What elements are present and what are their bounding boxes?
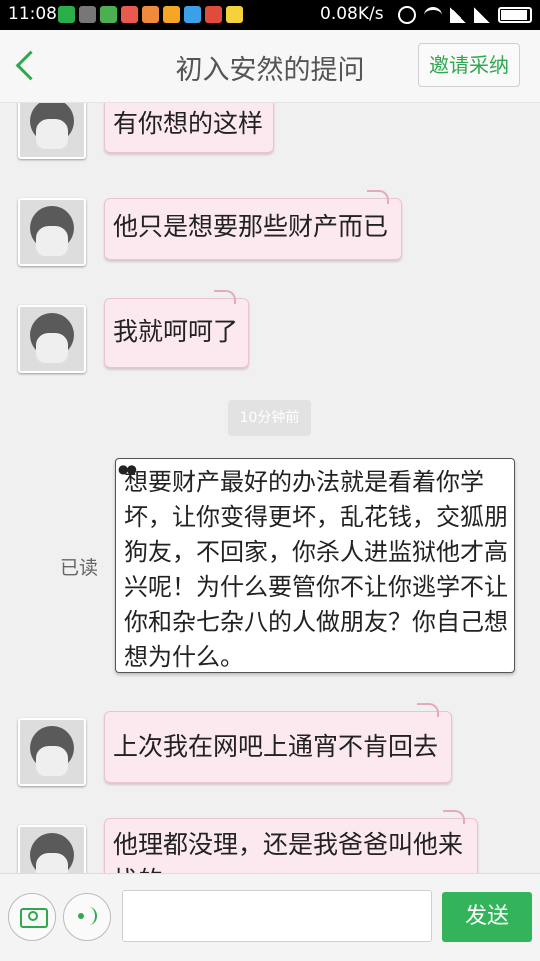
signal-icon (474, 7, 490, 23)
network-speed: 0.08K/s (320, 4, 384, 24)
message-bubble[interactable]: 我就呵呵了 (104, 290, 249, 368)
message-text: 想要财产最好的办法就是看着你学坏，让你变得更坏，乱花钱，交狐朋狗友，不回家，你杀… (124, 468, 508, 671)
app-icon (121, 6, 138, 23)
send-button[interactable]: 发送 (442, 892, 532, 942)
bubble-dots-icon: ●● (118, 462, 137, 476)
message-text: 他理都没理，还是我爸爸叫他来找的 (113, 830, 464, 873)
wechat-icon (58, 6, 75, 23)
app-icon (142, 6, 159, 23)
message-text: 他只是想要那些财产而已 (113, 212, 389, 241)
signal-icon (450, 7, 466, 23)
folder-icon (226, 6, 243, 23)
app-icon (79, 6, 96, 23)
invite-accept-button[interactable]: 邀请采纳 (418, 43, 520, 87)
message-input[interactable] (122, 890, 432, 942)
read-status: 已读 (60, 557, 99, 579)
message-bubble[interactable]: 上次我在网吧上通宵不肯回去 (104, 703, 452, 783)
wifi-icon (424, 6, 442, 24)
alarm-icon (398, 6, 416, 24)
avatar[interactable] (18, 198, 86, 266)
avatar[interactable] (18, 305, 86, 373)
notification-icons (58, 6, 243, 23)
voice-icon (78, 906, 98, 928)
header: 初入安然的提问 邀请采纳 (0, 30, 540, 103)
app-icon (184, 6, 201, 23)
avatar[interactable] (18, 718, 86, 786)
outgoing-message-bubble[interactable]: ●● 想要财产最好的办法就是看着你学坏，让你变得更坏，乱花钱，交狐朋狗友，不回家… (115, 458, 515, 673)
camera-button[interactable] (8, 893, 56, 941)
message-bubble[interactable]: 他只是想要那些财产而已 (104, 190, 402, 260)
camera-icon (20, 908, 48, 928)
avatar[interactable] (18, 103, 86, 159)
back-button[interactable] (14, 52, 36, 74)
app-icon (205, 6, 222, 23)
bubble-curl-icon (214, 290, 236, 304)
input-bar: 发送 (0, 873, 540, 961)
voice-button[interactable] (63, 893, 111, 941)
chat-area[interactable]: 有你想的这样 他只是想要那些财产而已 我就呵呵了 10分钟前 已读 ●● 想要财… (0, 103, 540, 873)
bubble-curl-icon (417, 703, 439, 717)
app-icon (163, 6, 180, 23)
message-text: 有你想的这样 (113, 109, 264, 138)
page-title: 初入安然的提问 (175, 55, 365, 86)
message-bubble[interactable]: 有你想的这样 (104, 103, 274, 153)
app-icon (100, 6, 117, 23)
battery-icon (498, 7, 532, 23)
message-bubble[interactable]: 他理都没理，还是我爸爸叫他来找的 (104, 810, 478, 873)
clock: 11:08 (8, 4, 57, 24)
message-text: 上次我在网吧上通宵不肯回去 (113, 732, 439, 761)
timestamp-label: 10分钟前 (228, 400, 311, 436)
status-bar: 11:08 0.08K/s (0, 0, 540, 30)
message-text: 我就呵呵了 (113, 317, 239, 346)
bubble-curl-icon (367, 190, 389, 204)
bubble-curl-icon (443, 810, 465, 824)
avatar[interactable] (18, 825, 86, 873)
